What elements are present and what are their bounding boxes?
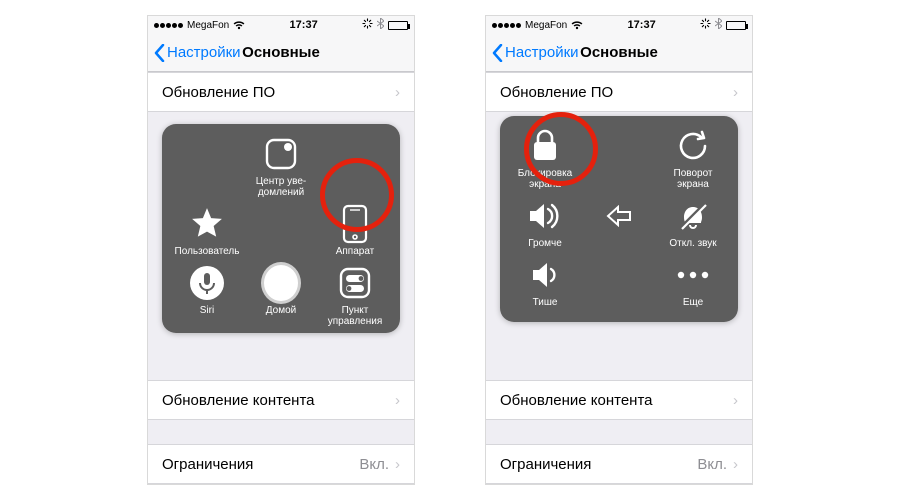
row-restrictions[interactable]: Ограничения Вкл. ›: [486, 444, 752, 484]
at-label: Блокировка экрана: [518, 168, 573, 190]
status-bar: MegaFon 17:37: [486, 16, 752, 34]
at-rotate-screen[interactable]: Поворот экрана: [658, 126, 728, 190]
at-label: Громче: [528, 238, 562, 249]
back-label: Настройки: [505, 44, 579, 61]
at-label: Siri: [200, 305, 214, 316]
nav-bar: Настройки Основные: [486, 34, 752, 72]
wifi-icon: [571, 21, 583, 30]
clock: 17:37: [628, 19, 656, 31]
more-dots-icon: [673, 255, 713, 295]
at-label: Еще: [683, 297, 703, 308]
phone-right: MegaFon 17:37 Настройки Основные Обновле…: [485, 15, 753, 485]
battery-icon: [388, 21, 408, 30]
control-center-icon: [335, 263, 375, 303]
at-user[interactable]: Пользователь: [172, 204, 242, 257]
at-notification-center[interactable]: Центр уве- домлений: [246, 134, 316, 198]
chevron-right-icon: ›: [733, 456, 738, 473]
row-label: Обновление контента: [500, 392, 653, 409]
assistive-touch-panel: Центр уве- домлений Пользователь Аппарат: [162, 124, 400, 333]
phone-device-icon: [335, 204, 375, 244]
at-more[interactable]: Еще: [658, 255, 728, 308]
bluetooth-icon: [715, 18, 722, 32]
home-button-icon: [261, 263, 301, 303]
at-label: Тише: [533, 297, 558, 308]
phone-left: MegaFon 17:37 Настройки Основные Обновле…: [147, 15, 415, 485]
signal-dots-icon: [492, 23, 521, 28]
carrier-label: MegaFon: [187, 20, 229, 31]
siri-mic-icon: [187, 263, 227, 303]
wifi-icon: [233, 21, 245, 30]
at-control-center[interactable]: Пункт управления: [320, 263, 390, 327]
carrier-label: MegaFon: [525, 20, 567, 31]
at-lock-screen[interactable]: Блокировка экрана: [510, 126, 580, 190]
back-arrow-icon: [599, 196, 639, 236]
at-label: Домой: [266, 305, 296, 316]
status-bar: MegaFon 17:37: [148, 16, 414, 34]
back-button[interactable]: Настройки: [492, 44, 579, 62]
content-area: Обновление ПО › Обновление контента › Ог…: [486, 72, 752, 484]
mute-bell-icon: [673, 196, 713, 236]
row-label: Ограничения: [162, 456, 253, 473]
at-siri[interactable]: Siri: [172, 263, 242, 327]
at-home[interactable]: Домой: [246, 263, 316, 327]
loading-icon: [362, 18, 373, 32]
volume-down-icon: [525, 255, 565, 295]
chevron-right-icon: ›: [395, 456, 400, 473]
row-value: Вкл.: [359, 456, 389, 473]
row-software-update[interactable]: Обновление ПО ›: [148, 72, 414, 112]
battery-icon: [726, 21, 746, 30]
at-label: Поворот экрана: [674, 168, 713, 190]
at-volume-down[interactable]: Тише: [510, 255, 580, 308]
at-label: Откл. звук: [669, 238, 716, 249]
volume-up-icon: [525, 196, 565, 236]
clock: 17:37: [290, 19, 318, 31]
row-software-update[interactable]: Обновление ПО ›: [486, 72, 752, 112]
at-label: Пользователь: [175, 246, 240, 257]
loading-icon: [700, 18, 711, 32]
rotate-icon: [673, 126, 713, 166]
at-label: Пункт управления: [328, 305, 383, 327]
bluetooth-icon: [377, 18, 384, 32]
lock-icon: [525, 126, 565, 166]
row-label: Обновление ПО: [162, 84, 275, 101]
row-content-update[interactable]: Обновление контента ›: [148, 380, 414, 420]
back-button[interactable]: Настройки: [154, 44, 241, 62]
star-icon: [187, 204, 227, 244]
signal-dots-icon: [154, 23, 183, 28]
at-mute[interactable]: Откл. звук: [658, 196, 728, 249]
content-area: Обновление ПО › Обновление контента › Ог…: [148, 72, 414, 484]
assistive-touch-panel: Блокировка экрана Поворот экрана Громче: [500, 116, 738, 322]
chevron-right-icon: ›: [733, 84, 738, 101]
nav-bar: Настройки Основные: [148, 34, 414, 72]
row-label: Ограничения: [500, 456, 591, 473]
chevron-right-icon: ›: [733, 392, 738, 409]
chevron-right-icon: ›: [395, 84, 400, 101]
back-label: Настройки: [167, 44, 241, 61]
at-label: Центр уве- домлений: [256, 176, 307, 198]
at-label: Аппарат: [336, 246, 375, 257]
row-content-update[interactable]: Обновление контента ›: [486, 380, 752, 420]
row-value: Вкл.: [697, 456, 727, 473]
at-volume-up[interactable]: Громче: [510, 196, 580, 249]
notification-center-icon: [261, 134, 301, 174]
row-label: Обновление ПО: [500, 84, 613, 101]
at-back[interactable]: [584, 196, 654, 249]
row-label: Обновление контента: [162, 392, 315, 409]
row-restrictions[interactable]: Ограничения Вкл. ›: [148, 444, 414, 484]
chevron-right-icon: ›: [395, 392, 400, 409]
at-device[interactable]: Аппарат: [320, 204, 390, 257]
